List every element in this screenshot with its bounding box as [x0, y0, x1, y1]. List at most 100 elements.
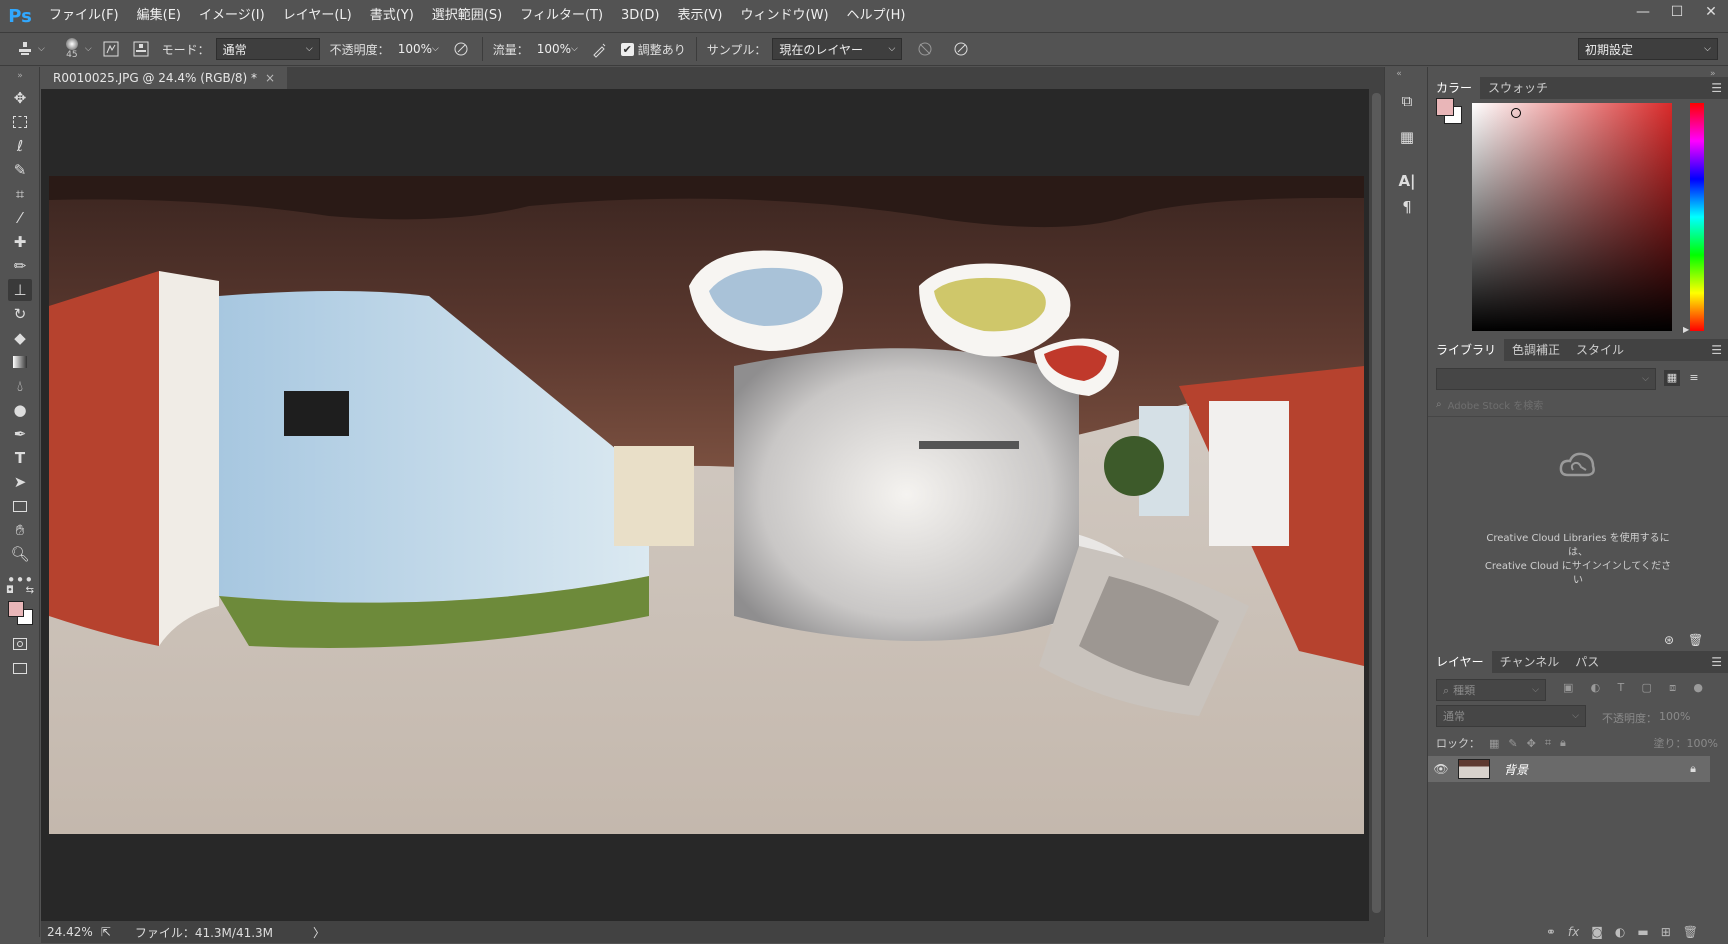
tab-libraries[interactable]: ライブラリ	[1428, 339, 1505, 361]
marquee-tool-icon[interactable]	[8, 111, 32, 133]
tab-styles[interactable]: スタイル	[1568, 339, 1632, 361]
color-panel-fg-swatch[interactable]	[1436, 98, 1454, 116]
lock-position-icon[interactable]: ✥	[1527, 737, 1536, 750]
trash-icon[interactable]: 🗑︎	[1688, 633, 1703, 647]
brush-tool-icon[interactable]: ✏	[8, 255, 32, 277]
eye-icon[interactable]: 👁︎	[1428, 762, 1454, 776]
clone-stamp-tool-icon[interactable]: ⊥	[8, 279, 32, 301]
panel-menu-icon[interactable]: ☰	[1711, 343, 1722, 357]
gradient-tool-icon[interactable]	[8, 351, 32, 373]
hand-tool-icon[interactable]: ✋︎	[8, 519, 32, 541]
swap-colors-icon[interactable]: ⇆	[26, 585, 34, 599]
tab-adjustments[interactable]: 色調補正	[1504, 339, 1568, 361]
lock-transparent-icon[interactable]: ▦	[1489, 737, 1499, 750]
eraser-tool-icon[interactable]: ◆	[8, 327, 32, 349]
ignore-adjustment-layers-icon[interactable]	[914, 38, 936, 60]
collapse-strip-icon[interactable]: «	[1387, 69, 1411, 79]
new-adjustment-icon[interactable]: ◐	[1615, 925, 1625, 939]
tab-color[interactable]: カラー	[1428, 77, 1481, 99]
close-window-button[interactable]: ✕	[1694, 0, 1728, 24]
sample-dropdown[interactable]: 現在のレイヤー ⌵	[772, 38, 903, 60]
panel-menu-icon[interactable]: ☰	[1711, 81, 1722, 95]
link-layers-icon[interactable]: ⚭	[1546, 925, 1556, 939]
mode-dropdown[interactable]: 通常 ⌵	[215, 38, 320, 60]
brush-panel-toggle-icon[interactable]	[100, 38, 122, 60]
new-layer-icon[interactable]: ⊞	[1661, 925, 1671, 939]
layer-row[interactable]: 👁︎ 背景 🔒︎	[1428, 756, 1710, 782]
clone-stamp-preset-icon[interactable]	[14, 38, 36, 60]
blur-tool-icon[interactable]: 💧︎	[8, 375, 32, 397]
foreground-color-swatch[interactable]	[8, 601, 24, 617]
restore-button[interactable]: ☐	[1660, 0, 1694, 24]
quick-mask-icon[interactable]	[8, 633, 32, 655]
default-colors-icon[interactable]: ◘	[6, 585, 14, 599]
paragraph-panel-icon[interactable]: ¶	[1395, 195, 1419, 219]
menu-edit[interactable]: 編集(E)	[128, 0, 190, 32]
menu-view[interactable]: 表示(V)	[668, 0, 731, 32]
lock-image-icon[interactable]: ✎	[1508, 737, 1517, 750]
opacity-field[interactable]: 100% ⌵	[392, 38, 442, 60]
tab-swatches[interactable]: スウォッチ	[1480, 77, 1556, 99]
eyedropper-tool-icon[interactable]: ⁄	[8, 207, 32, 229]
screen-mode-icon[interactable]	[8, 657, 32, 679]
quick-selection-tool-icon[interactable]: ✎	[8, 159, 32, 181]
hue-slider-marker-icon[interactable]: ▶	[1683, 325, 1689, 334]
dodge-tool-icon[interactable]: ●	[8, 399, 32, 421]
filter-adjustment-icon[interactable]: ◐	[1591, 681, 1601, 695]
status-menu-arrow[interactable]: 〉	[313, 924, 325, 941]
layer-blend-mode-dropdown[interactable]: 通常 ⌵	[1436, 705, 1586, 727]
menu-3d[interactable]: 3D(D)	[612, 0, 668, 32]
document-tab[interactable]: R0010025.JPG @ 24.4% (RGB/8) * ×	[41, 67, 288, 89]
minimize-button[interactable]: —	[1626, 0, 1660, 24]
rectangle-tool-icon[interactable]	[8, 495, 32, 517]
menu-image[interactable]: イメージ(I)	[190, 0, 274, 32]
close-tab-icon[interactable]: ×	[265, 71, 275, 85]
character-panel-icon[interactable]: A|	[1395, 169, 1419, 193]
panorama-image[interactable]	[49, 176, 1364, 834]
chevron-down-icon[interactable]: ⌵	[571, 44, 578, 54]
filter-shape-icon[interactable]: ▢	[1641, 681, 1651, 695]
menu-filter[interactable]: フィルター(T)	[511, 0, 612, 32]
fx-icon[interactable]: fx	[1568, 925, 1579, 939]
menu-select[interactable]: 選択範囲(S)	[423, 0, 511, 32]
canvas-area[interactable]	[41, 89, 1369, 921]
pressure-size-icon[interactable]	[950, 38, 972, 60]
zoom-level[interactable]: 24.42%	[47, 925, 93, 939]
type-tool-icon[interactable]: T	[8, 447, 32, 469]
menu-help[interactable]: ヘルプ(H)	[838, 0, 915, 32]
filter-pixel-icon[interactable]: ▣	[1563, 681, 1573, 695]
menu-file[interactable]: ファイル(F)	[40, 0, 128, 32]
path-selection-tool-icon[interactable]: ➤	[8, 471, 32, 493]
color-picker-cursor[interactable]	[1511, 108, 1521, 118]
menu-window[interactable]: ウィンドウ(W)	[732, 0, 838, 32]
zoom-tool-icon[interactable]: 🔍︎	[8, 543, 32, 565]
healing-brush-tool-icon[interactable]: ✚	[8, 231, 32, 253]
add-mask-icon[interactable]: ◙	[1591, 925, 1603, 939]
history-brush-tool-icon[interactable]: ↻	[8, 303, 32, 325]
grid-view-icon[interactable]: ▦	[1664, 370, 1680, 386]
new-group-icon[interactable]: ▬	[1637, 925, 1648, 939]
filter-smart-object-icon[interactable]: ⧈	[1669, 681, 1676, 695]
move-tool-icon[interactable]: ✥	[8, 87, 32, 109]
aligned-checkbox[interactable]: ✔	[620, 42, 634, 56]
export-icon[interactable]: ⇱	[101, 925, 111, 939]
menu-layer[interactable]: レイヤー(L)	[274, 0, 361, 32]
collapse-tools-icon[interactable]: »	[8, 71, 32, 81]
lasso-tool-icon[interactable]: ℓ	[8, 135, 32, 157]
lock-all-icon[interactable]: 🔒︎	[1560, 736, 1566, 750]
menu-type[interactable]: 書式(Y)	[361, 0, 423, 32]
layer-opacity-control[interactable]: 不透明度： 100%	[1602, 710, 1690, 726]
pen-tool-icon[interactable]: ✒	[8, 423, 32, 445]
pressure-opacity-icon[interactable]	[450, 38, 472, 60]
vertical-scrollbar[interactable]	[1369, 89, 1384, 921]
airbrush-icon[interactable]	[589, 38, 611, 60]
fill-control[interactable]: 塗り：100%	[1654, 735, 1718, 751]
scrollbar-thumb[interactable]	[1372, 93, 1381, 913]
tab-layers[interactable]: レイヤー	[1428, 651, 1492, 673]
brush-size-picker[interactable]: 45	[61, 34, 83, 64]
clone-source-panel-icon[interactable]	[130, 38, 152, 60]
tab-channels[interactable]: チャンネル	[1492, 651, 1568, 673]
history-panel-icon[interactable]: ⧉	[1395, 89, 1419, 113]
delete-layer-icon[interactable]: 🗑︎	[1683, 925, 1698, 939]
brush-chevron-icon[interactable]: ⌵	[85, 44, 92, 54]
